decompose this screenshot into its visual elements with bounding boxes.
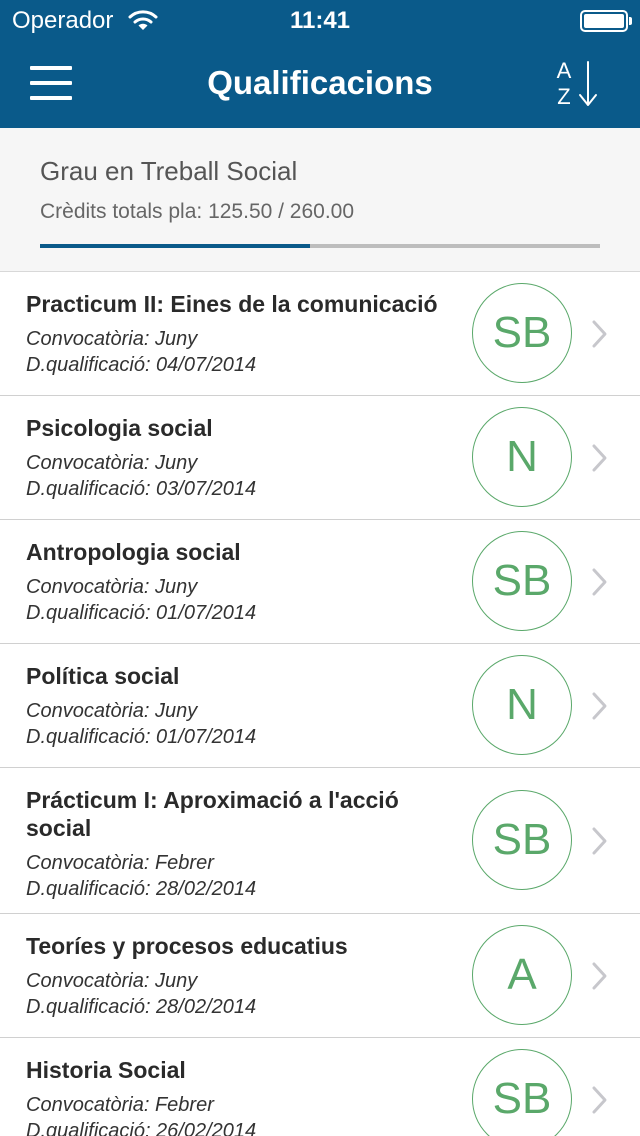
app-header: Operador 11:41 Qualificacions A Z <box>0 0 640 128</box>
grade-badge: N <box>472 655 572 755</box>
subject-row[interactable]: Psicologia social Convocatòria: Juny D.qua… <box>0 396 640 520</box>
clock: 11:41 <box>289 7 351 34</box>
chevron-right-icon <box>592 568 607 596</box>
grade-badge: A <box>472 925 572 1025</box>
subject-date: D.qualificació: 01/07/2014 <box>26 602 257 624</box>
subject-date: D.qualificació: 26/02/2014 <box>26 1120 257 1136</box>
subject-call: Convocatòria: Juny <box>26 328 198 350</box>
subject-name: Psicologia social <box>26 415 213 441</box>
screen: Operador 11:41 Qualificacions A Z Grau e… <box>0 0 640 1136</box>
sort-bottom-letter: Z <box>557 84 570 109</box>
grade-badge: SB <box>472 283 572 383</box>
grade-badge: SB <box>472 531 572 631</box>
subject-name: Practicum II: Eines de la comunicació <box>26 291 438 317</box>
degree-summary: Grau en Treball Social Crèdits totals pl… <box>0 128 640 272</box>
battery-icon <box>580 10 632 32</box>
subject-row[interactable]: Antropologia social Convocatòria: Juny D.q… <box>0 520 640 644</box>
subject-call: Convocatòria: Juny <box>26 970 198 992</box>
subject-call: Convocatòria: Juny <box>26 700 198 722</box>
chevron-right-icon <box>592 692 607 720</box>
subject-name: Antropologia social <box>26 539 241 565</box>
degree-name: Grau en Treball Social <box>40 156 298 186</box>
subject-date: D.qualificació: 04/07/2014 <box>26 354 257 376</box>
subject-call: Convocatòria: Juny <box>26 452 198 474</box>
chevron-right-icon <box>592 1086 607 1114</box>
credits-progress-bar <box>40 244 600 248</box>
subject-date: D.qualificació: 03/07/2014 <box>26 478 257 500</box>
subject-date: D.qualificació: 28/02/2014 <box>26 996 257 1018</box>
subject-row[interactable]: Prácticum I: Aproximació a l'acció socia… <box>0 768 640 914</box>
grade-badge: SB <box>472 790 572 890</box>
subject-row[interactable]: Historia Social Convocatòria: Febrer D.qua… <box>0 1038 640 1136</box>
subject-row[interactable]: Política social Convocatòria: Juny D.quali… <box>0 644 640 768</box>
sort-top-letter: A <box>557 58 572 83</box>
credits-progress-fill <box>40 244 311 248</box>
subject-date: D.qualificació: 01/07/2014 <box>26 726 257 748</box>
sort-az-button[interactable]: A Z <box>548 58 608 110</box>
subject-call: Convocatòria: Febrer <box>26 1094 214 1116</box>
arrow-down-icon <box>579 61 597 106</box>
subject-date: D.qualificació: 28/02/2014 <box>26 878 257 900</box>
chevron-right-icon <box>592 320 607 348</box>
chevron-right-icon <box>592 962 607 990</box>
subject-list: Practicum II: Eines de la comunicació Con… <box>0 272 640 1136</box>
subject-name: Historia Social <box>26 1057 186 1083</box>
grade-badge: SB <box>472 1049 572 1136</box>
subject-row[interactable]: Practicum II: Eines de la comunicació Con… <box>0 272 640 396</box>
subject-name: Teoríes y procesos educatius <box>26 933 348 959</box>
subject-name: Política social <box>26 663 180 689</box>
grade-badge: N <box>472 407 572 507</box>
subject-call: Convocatòria: Febrer <box>26 852 214 874</box>
chevron-right-icon <box>592 444 607 472</box>
subject-name: Prácticum I: Aproximació a l'acció socia… <box>26 787 399 841</box>
status-bar: Operador 11:41 <box>0 0 640 40</box>
subject-call: Convocatòria: Juny <box>26 576 198 598</box>
credits-total: Crèdits totals pla: 125.50 / 260.00 <box>40 200 355 223</box>
chevron-right-icon <box>592 827 607 855</box>
subject-row[interactable]: Teoríes y procesos educatius Convocatòria… <box>0 914 640 1038</box>
page-title: Qualificacions <box>207 64 433 101</box>
